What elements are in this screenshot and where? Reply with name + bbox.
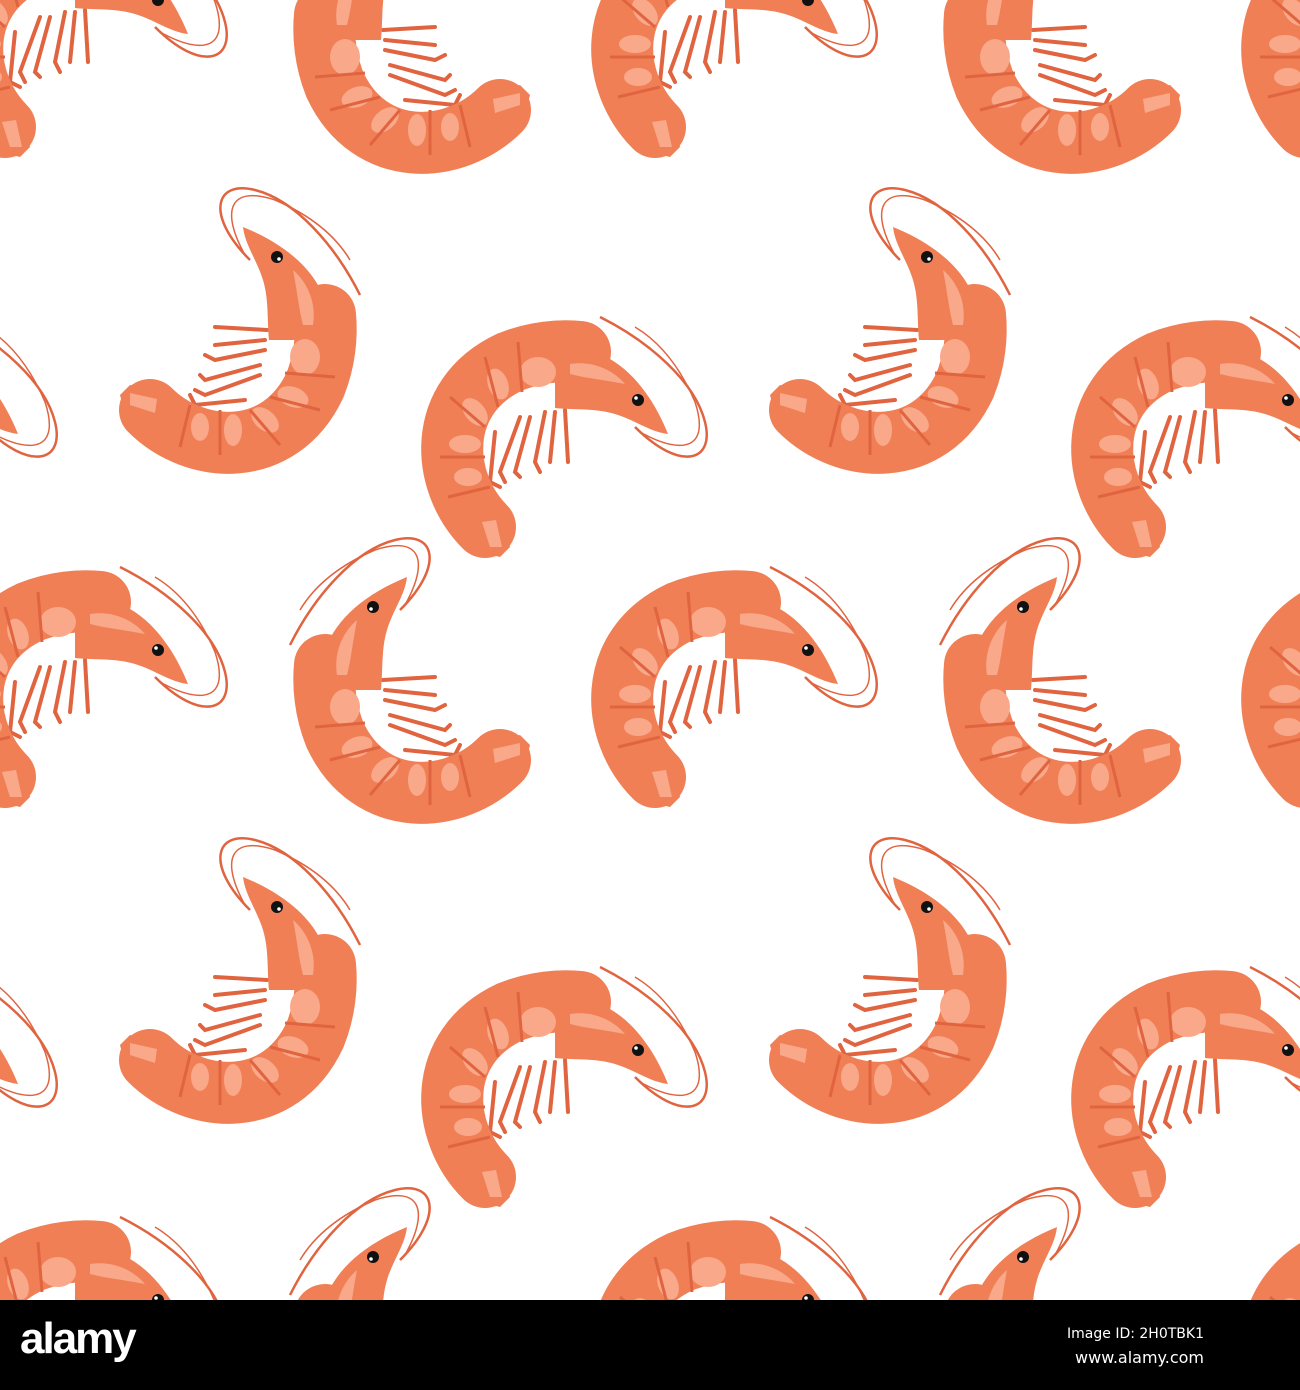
shrimp-pattern — [0, 0, 1300, 1300]
image-id-label: Image ID: 2H0TBK1 — [1067, 1326, 1204, 1342]
shrimp-pattern-fill — [0, 0, 1300, 1300]
footer-bar: alamy Image ID: 2H0TBK1 www.alamy.com — [0, 1300, 1300, 1390]
website-url[interactable]: www.alamy.com — [1075, 1348, 1204, 1367]
alamy-logo: alamy — [20, 1314, 137, 1363]
